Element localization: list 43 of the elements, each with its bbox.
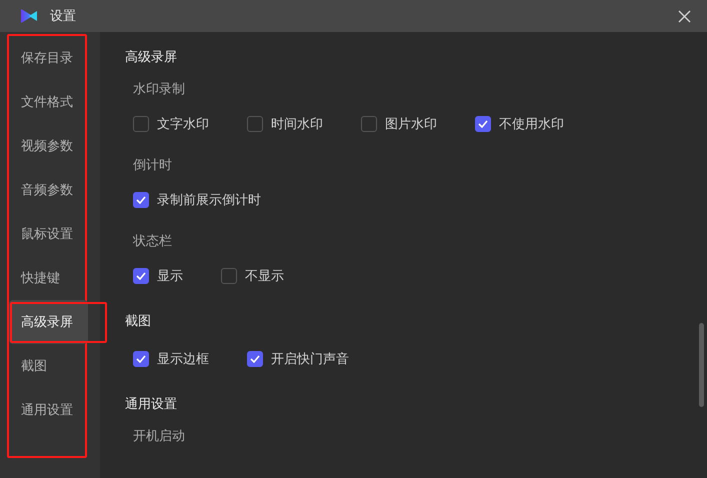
checkbox[interactable] — [133, 351, 149, 367]
sidebar-item[interactable]: 视频参数 — [9, 124, 88, 168]
checkbox[interactable] — [221, 268, 237, 284]
check-icon — [136, 355, 146, 363]
checkbox-label: 显示 — [157, 268, 183, 285]
group-label: 开机启动 — [132, 428, 186, 446]
checkbox-label: 不显示 — [245, 268, 284, 285]
sidebar-item[interactable]: 截图 — [9, 344, 88, 388]
checkbox-label: 录制前展示倒计时 — [157, 192, 261, 209]
checkbox[interactable] — [475, 116, 491, 132]
checkbox-label: 不使用水印 — [499, 116, 564, 133]
section-title: 截图 — [125, 313, 152, 331]
window-title: 设置 — [50, 8, 77, 25]
check-icon — [250, 355, 260, 363]
sidebar-item[interactable]: 鼠标设置 — [9, 212, 88, 256]
group-label: 水印录制 — [132, 81, 186, 99]
checkbox-label: 开启快门声音 — [271, 351, 349, 368]
checkbox[interactable] — [247, 351, 263, 367]
checkbox[interactable] — [133, 192, 149, 208]
sidebar-item[interactable]: 保存目录 — [9, 36, 88, 80]
checkbox-label: 图片水印 — [385, 116, 437, 133]
sidebar-item[interactable]: 通用设置 — [9, 388, 88, 432]
check-icon — [478, 120, 488, 128]
group-label: 状态栏 — [132, 233, 173, 251]
scrollbar-thumb[interactable] — [699, 323, 704, 407]
sidebar-item[interactable]: 音频参数 — [9, 168, 88, 212]
close-button[interactable] — [676, 8, 693, 24]
check-icon — [136, 196, 146, 204]
section-title: 高级录屏 — [125, 49, 178, 67]
checkbox[interactable] — [133, 268, 149, 284]
checkbox[interactable] — [361, 116, 377, 132]
checkbox[interactable] — [133, 116, 149, 132]
checkbox-label: 文字水印 — [157, 116, 209, 133]
check-icon — [136, 272, 146, 280]
close-icon — [678, 10, 691, 22]
sidebar-item[interactable]: 快捷键 — [9, 256, 88, 300]
sidebar-item[interactable]: 文件格式 — [9, 80, 88, 124]
app-logo-icon — [21, 9, 38, 23]
section-title: 通用设置 — [125, 396, 178, 414]
checkbox-label: 时间水印 — [271, 116, 323, 133]
checkbox[interactable] — [247, 116, 263, 132]
checkbox-label: 显示边框 — [157, 351, 209, 368]
group-label: 倒计时 — [132, 157, 173, 175]
